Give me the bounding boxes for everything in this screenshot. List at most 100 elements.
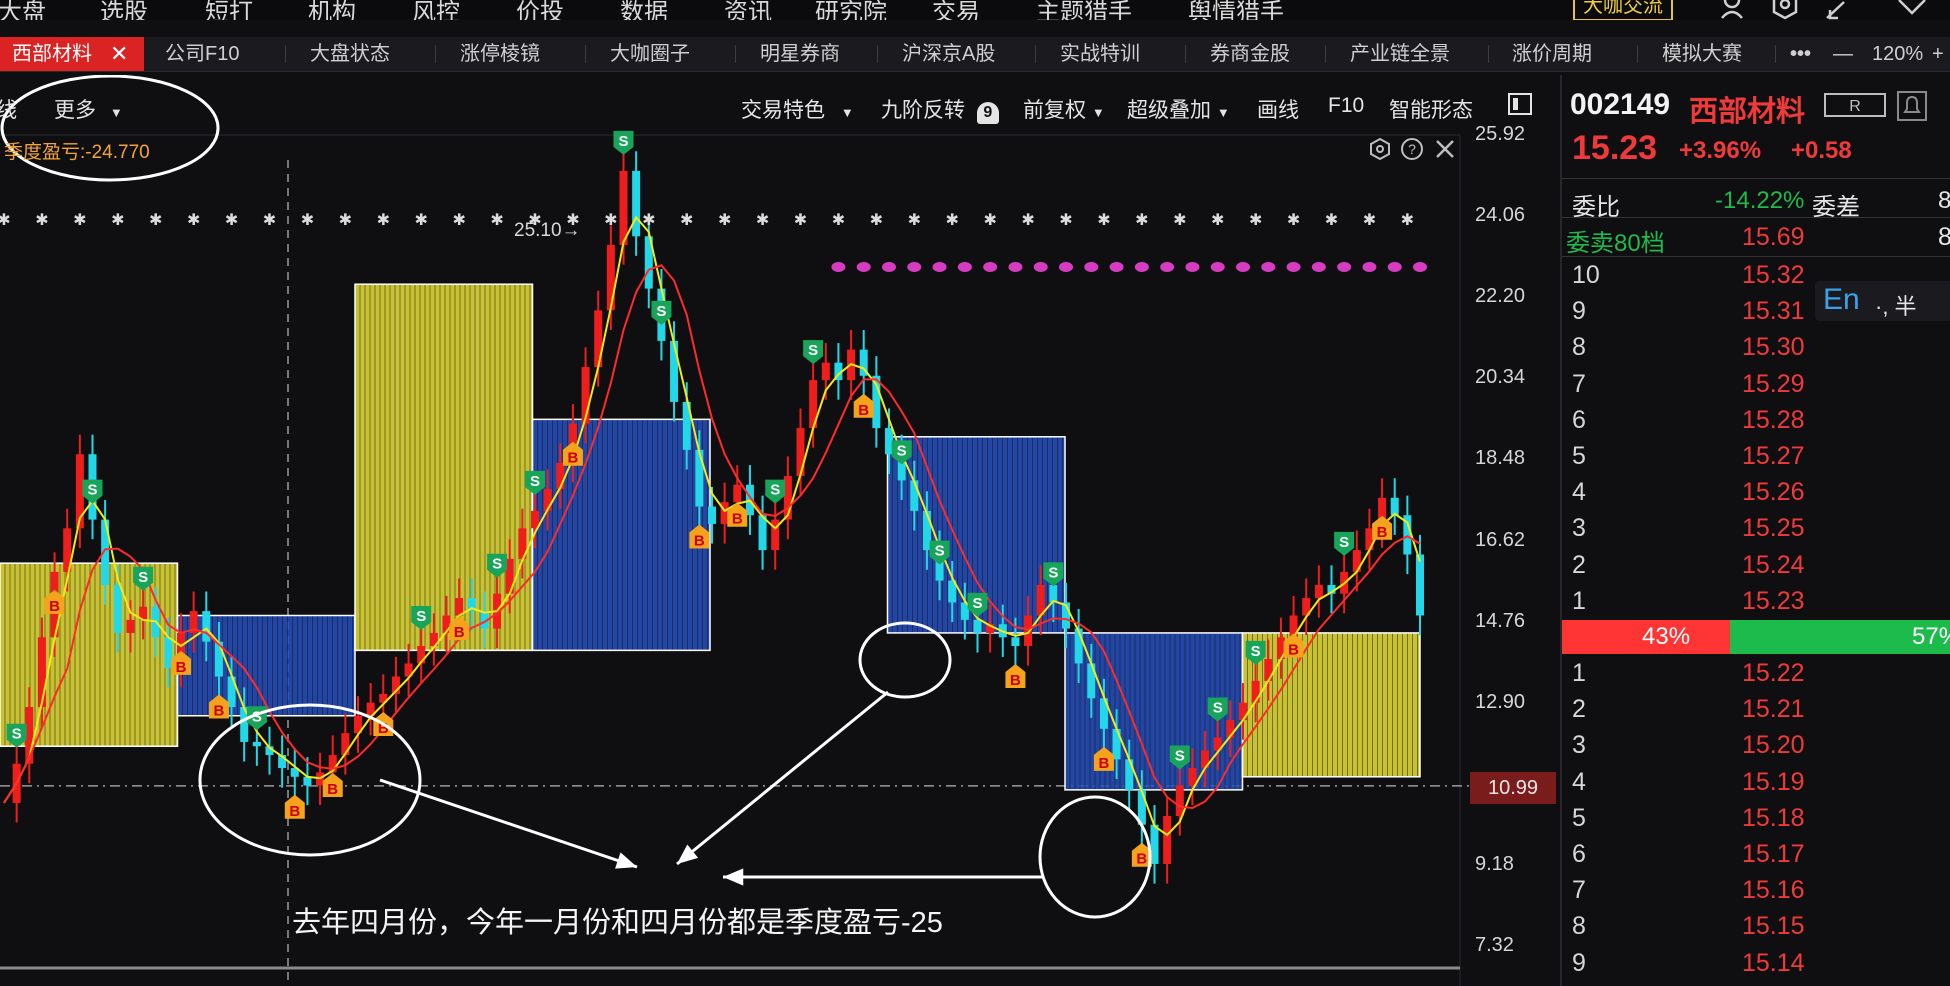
draw-line-button[interactable]: 画线 — [1257, 94, 1299, 124]
chart-canvas[interactable]: ✱ ✱ ✱ ✱ ✱ ✱ ✱ ✱ ✱ ✱ ✱ ✱ ✱ ✱ ✱ ✱ ✱ ✱ ✱ ✱ ✱ ✱ ✱ ✱ ✱ ✱ ✱ ✱ ✱ ✱ ✱ ✱ ✱ ✱ ✱ ✱ ✱ ✱SB… — [0, 75, 1556, 986]
f10-button[interactable]: F10 — [1328, 94, 1364, 118]
nav-item-yuqing[interactable]: 舆情猎手 — [1188, 0, 1284, 20]
close-chart-icon[interactable] — [1433, 137, 1457, 161]
signal-dot — [907, 262, 922, 272]
ask-row[interactable]: 6 15.28 — [1562, 402, 1950, 438]
tab-sim-contest[interactable]: 模拟大赛 — [1662, 37, 1742, 71]
tab-training[interactable]: 实战特训 — [1060, 37, 1140, 71]
nav-item-zixun[interactable]: 资讯 — [724, 0, 772, 20]
bid-row[interactable]: 8 15.15 — [1562, 908, 1950, 944]
nav-item-zhuti[interactable]: 主题猎手 — [1036, 0, 1132, 20]
sell80-qty: 8 — [1938, 223, 1950, 252]
nav-item-duanda[interactable]: 短打 — [205, 0, 253, 20]
price-tick-label: 16.62 — [1475, 528, 1526, 551]
fuquan-dropdown[interactable]: 前复权 ▼ — [1023, 94, 1105, 124]
bid-row[interactable]: 2 15.21 — [1562, 691, 1950, 727]
nav-item-jigou[interactable]: 机构 — [308, 0, 356, 20]
kline-chart[interactable]: ✱ ✱ ✱ ✱ ✱ ✱ ✱ ✱ ✱ ✱ ✱ ✱ ✱ ✱ ✱ ✱ ✱ ✱ ✱ ✱ ✱ ✱ ✱ ✱ ✱ ✱ ✱ ✱ ✱ ✱ ✱ ✱ ✱ ✱ ✱ ✱ ✱ ✱ S B… — [0, 75, 1556, 986]
bid-row[interactable]: 1 15.22 — [1562, 655, 1950, 691]
minimize-arrow-icon[interactable] — [1822, 0, 1852, 20]
price-tick-label: 20.34 — [1475, 366, 1526, 389]
buy-marker-label: B — [1010, 672, 1021, 689]
price-tick-label: 7.32 — [1475, 933, 1514, 956]
ask-row[interactable]: 5 15.27 — [1562, 438, 1950, 474]
toolbar-left-partial[interactable]: 线 — [0, 94, 17, 124]
sell-marker-label: S — [770, 482, 780, 499]
signal-star: ✱ — [1325, 210, 1338, 229]
signal-star: ✱ — [983, 210, 996, 229]
more-dropdown[interactable]: 更多 ▼ — [54, 94, 123, 124]
tab-dapan-status[interactable]: 大盘状态 — [310, 37, 390, 71]
nav-item-shuju[interactable]: 数据 — [620, 0, 668, 20]
candle-body — [606, 244, 615, 311]
bid-row[interactable]: 4 15.19 — [1562, 764, 1950, 800]
overlay-dropdown[interactable]: 超级叠加 ▼ — [1127, 94, 1230, 124]
more-tabs-icon[interactable]: ••• — [1790, 37, 1811, 71]
bid-level: 7 — [1572, 876, 1586, 905]
user-icon[interactable] — [1717, 0, 1747, 20]
rating-badge[interactable]: R — [1824, 93, 1886, 117]
zoom-out-button[interactable]: — — [1833, 37, 1853, 71]
more-label: 更多 — [54, 99, 96, 122]
signal-star: ✱ — [680, 210, 693, 229]
tab-f10[interactable]: 公司F10 — [165, 37, 239, 71]
ask-row[interactable]: 2 15.24 — [1562, 547, 1950, 583]
trade-feature-dropdown[interactable]: 交易特色 ▼ — [741, 94, 854, 124]
sell-marker-label: S — [897, 442, 907, 459]
step-band — [532, 419, 710, 651]
tab-daka-circle[interactable]: 大咖圈子 — [610, 37, 690, 71]
nav-item-xuangu[interactable]: 选股 — [100, 0, 148, 20]
bell-alert-icon[interactable] — [1897, 91, 1927, 121]
bid-row[interactable]: 3 15.20 — [1562, 727, 1950, 763]
bid-row[interactable]: 7 15.16 — [1562, 872, 1950, 908]
settings-hex-icon[interactable] — [1368, 137, 1392, 161]
ask-row[interactable]: 4 15.26 — [1562, 474, 1950, 510]
bid-price: 15.21 — [1742, 695, 1805, 724]
tab-a-shares[interactable]: 沪深京A股 — [902, 37, 995, 71]
chevron-down-icon[interactable] — [1895, 0, 1929, 20]
tab-star-broker[interactable]: 明星券商 — [760, 37, 840, 71]
sell-marker-label: S — [972, 595, 982, 612]
nav-item-fengkong[interactable]: 风控 — [412, 0, 460, 20]
signal-star: ✱ — [1059, 210, 1072, 229]
tab-broker-golden[interactable]: 券商金股 — [1210, 37, 1290, 71]
sell-marker-label: S — [1251, 643, 1261, 660]
brand-button[interactable]: 大咖交流 — [1573, 0, 1673, 20]
nav-item-jiaoyi[interactable]: 交易 — [932, 0, 980, 20]
nav-item-yanjiuyuan[interactable]: 研究院 — [815, 0, 887, 20]
tab-divider — [735, 45, 736, 63]
bid-row[interactable]: 9 15.14 — [1562, 945, 1950, 981]
tab-price-cycle[interactable]: 涨价周期 — [1512, 37, 1592, 71]
indicator-label: 季度盈亏:-24.770 — [4, 142, 150, 163]
ime-indicator[interactable]: En ·, 半 — [1815, 281, 1950, 321]
weibi-value: -14.22% — [1715, 187, 1805, 214]
panel-toggle-icon[interactable] — [1508, 93, 1532, 115]
buy-marker-label: B — [568, 450, 579, 467]
ask-row[interactable]: 8 15.30 — [1562, 329, 1950, 365]
zoom-in-button[interactable]: + — [1932, 37, 1944, 71]
candle-body — [1314, 584, 1323, 599]
close-icon[interactable]: ✕ — [110, 37, 128, 71]
ask-row[interactable]: 1 15.23 — [1562, 583, 1950, 619]
smart-pattern-button[interactable]: 智能形态 — [1389, 94, 1473, 124]
sell80-label[interactable]: 委卖80档 — [1566, 223, 1665, 258]
settings-icon[interactable] — [1770, 0, 1800, 20]
price-tick-label: 25.92 — [1475, 123, 1526, 146]
ask-price: 15.23 — [1742, 586, 1805, 615]
candle-body — [695, 449, 704, 507]
ask-level: 7 — [1572, 369, 1586, 398]
help-icon[interactable]: ? — [1400, 137, 1424, 161]
bid-row[interactable]: 5 15.18 — [1562, 800, 1950, 836]
nine-reverse-button[interactable]: 九阶反转 9 — [881, 94, 999, 124]
tab-label: 西部材料 — [12, 43, 92, 65]
ask-row[interactable]: 7 15.29 — [1562, 366, 1950, 402]
tab-xibucailiao[interactable]: 西部材料 ✕ — [0, 37, 144, 71]
nav-item-dapan[interactable]: 大盘 — [0, 0, 46, 20]
buy-marker-label: B — [1377, 524, 1388, 541]
sell-marker-label: S — [1175, 747, 1185, 764]
tab-industry-chain[interactable]: 产业链全景 — [1350, 37, 1450, 71]
bid-row[interactable]: 6 15.17 — [1562, 836, 1950, 872]
tab-limit-prism[interactable]: 涨停棱镜 — [460, 37, 540, 71]
ask-row[interactable]: 3 15.25 — [1562, 510, 1950, 546]
nav-item-jiatou[interactable]: 价投 — [516, 0, 564, 20]
